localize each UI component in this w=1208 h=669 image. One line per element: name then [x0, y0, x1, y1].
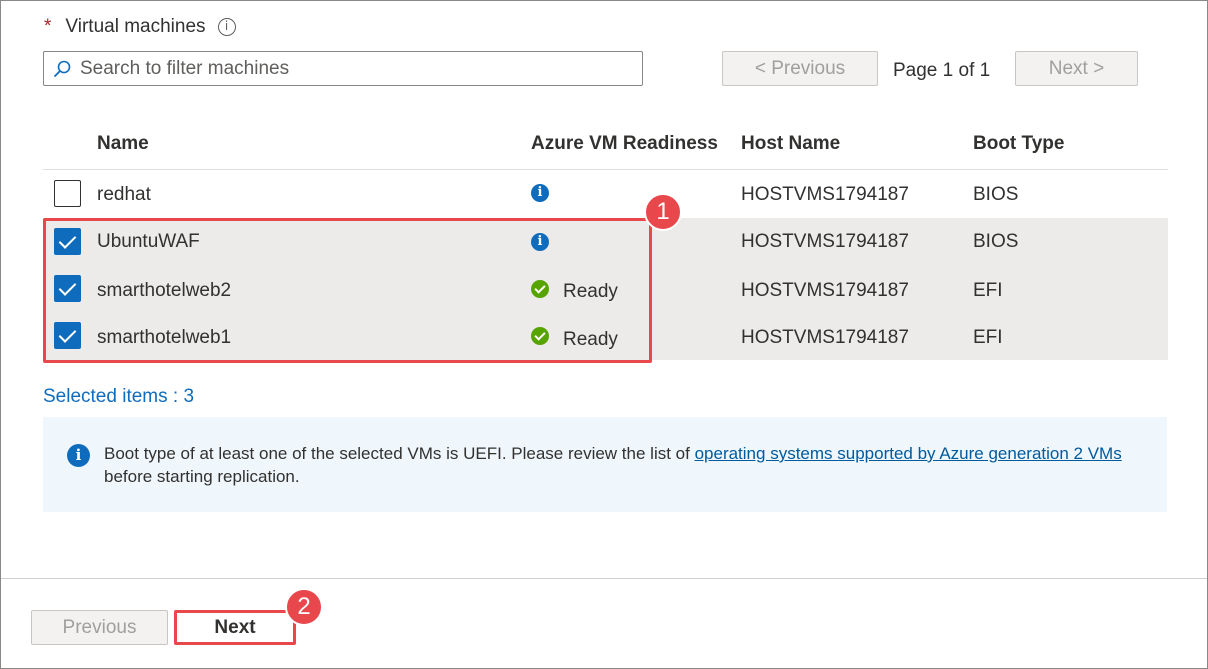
pager-next-button[interactable]: Next >: [1015, 51, 1138, 86]
column-header-readiness[interactable]: Azure VM Readiness: [531, 133, 718, 155]
search-box[interactable]: [43, 51, 643, 86]
callout-badge-2: 2: [285, 588, 323, 626]
generation2-os-link[interactable]: operating systems supported by Azure gen…: [695, 444, 1122, 463]
selected-items-count: Selected items : 3: [43, 386, 195, 407]
pager-previous-button[interactable]: < Previous: [722, 51, 878, 86]
search-input[interactable]: [80, 57, 620, 80]
column-header-host-name[interactable]: Host Name: [741, 133, 840, 155]
search-icon: [54, 60, 71, 77]
footer-divider: [1, 578, 1207, 579]
callout-badge-1: 1: [644, 193, 682, 231]
virtual-machines-label: * Virtual machines i: [44, 16, 236, 38]
column-header-boot-type[interactable]: Boot Type: [973, 133, 1064, 155]
vm-name: redhat: [97, 184, 151, 205]
column-header-name[interactable]: Name: [97, 133, 149, 155]
message-text-before: Boot type of at least one of the selecte…: [104, 444, 695, 463]
info-message-text: Boot type of at least one of the selecte…: [104, 442, 1144, 488]
previous-button[interactable]: Previous: [31, 610, 168, 645]
host-name: HOSTVMS1794187: [741, 280, 909, 301]
info-message-bar: i Boot type of at least one of the selec…: [43, 417, 1167, 512]
host-name: HOSTVMS1794187: [741, 184, 909, 205]
info-icon: i: [67, 444, 90, 467]
boot-type: BIOS: [973, 184, 1019, 205]
table-row[interactable]: redhat i HOSTVMS1794187 BIOS: [43, 171, 1168, 217]
virtual-machines-label-text: Virtual machines: [65, 16, 206, 37]
boot-type: BIOS: [973, 231, 1019, 252]
message-text-after: before starting replication.: [104, 467, 300, 486]
row-checkbox[interactable]: [54, 180, 81, 207]
next-button[interactable]: Next: [174, 610, 296, 645]
table-header: Name Azure VM Readiness Host Name Boot T…: [43, 120, 1168, 170]
boot-type: EFI: [973, 327, 1003, 348]
required-marker: *: [44, 16, 52, 37]
info-icon[interactable]: i: [531, 184, 549, 202]
info-icon[interactable]: i: [217, 18, 236, 36]
selection-highlight-box: [43, 218, 652, 363]
boot-type: EFI: [973, 280, 1003, 301]
page-indicator: Page 1 of 1: [893, 60, 991, 81]
host-name: HOSTVMS1794187: [741, 327, 909, 348]
host-name: HOSTVMS1794187: [741, 231, 909, 252]
